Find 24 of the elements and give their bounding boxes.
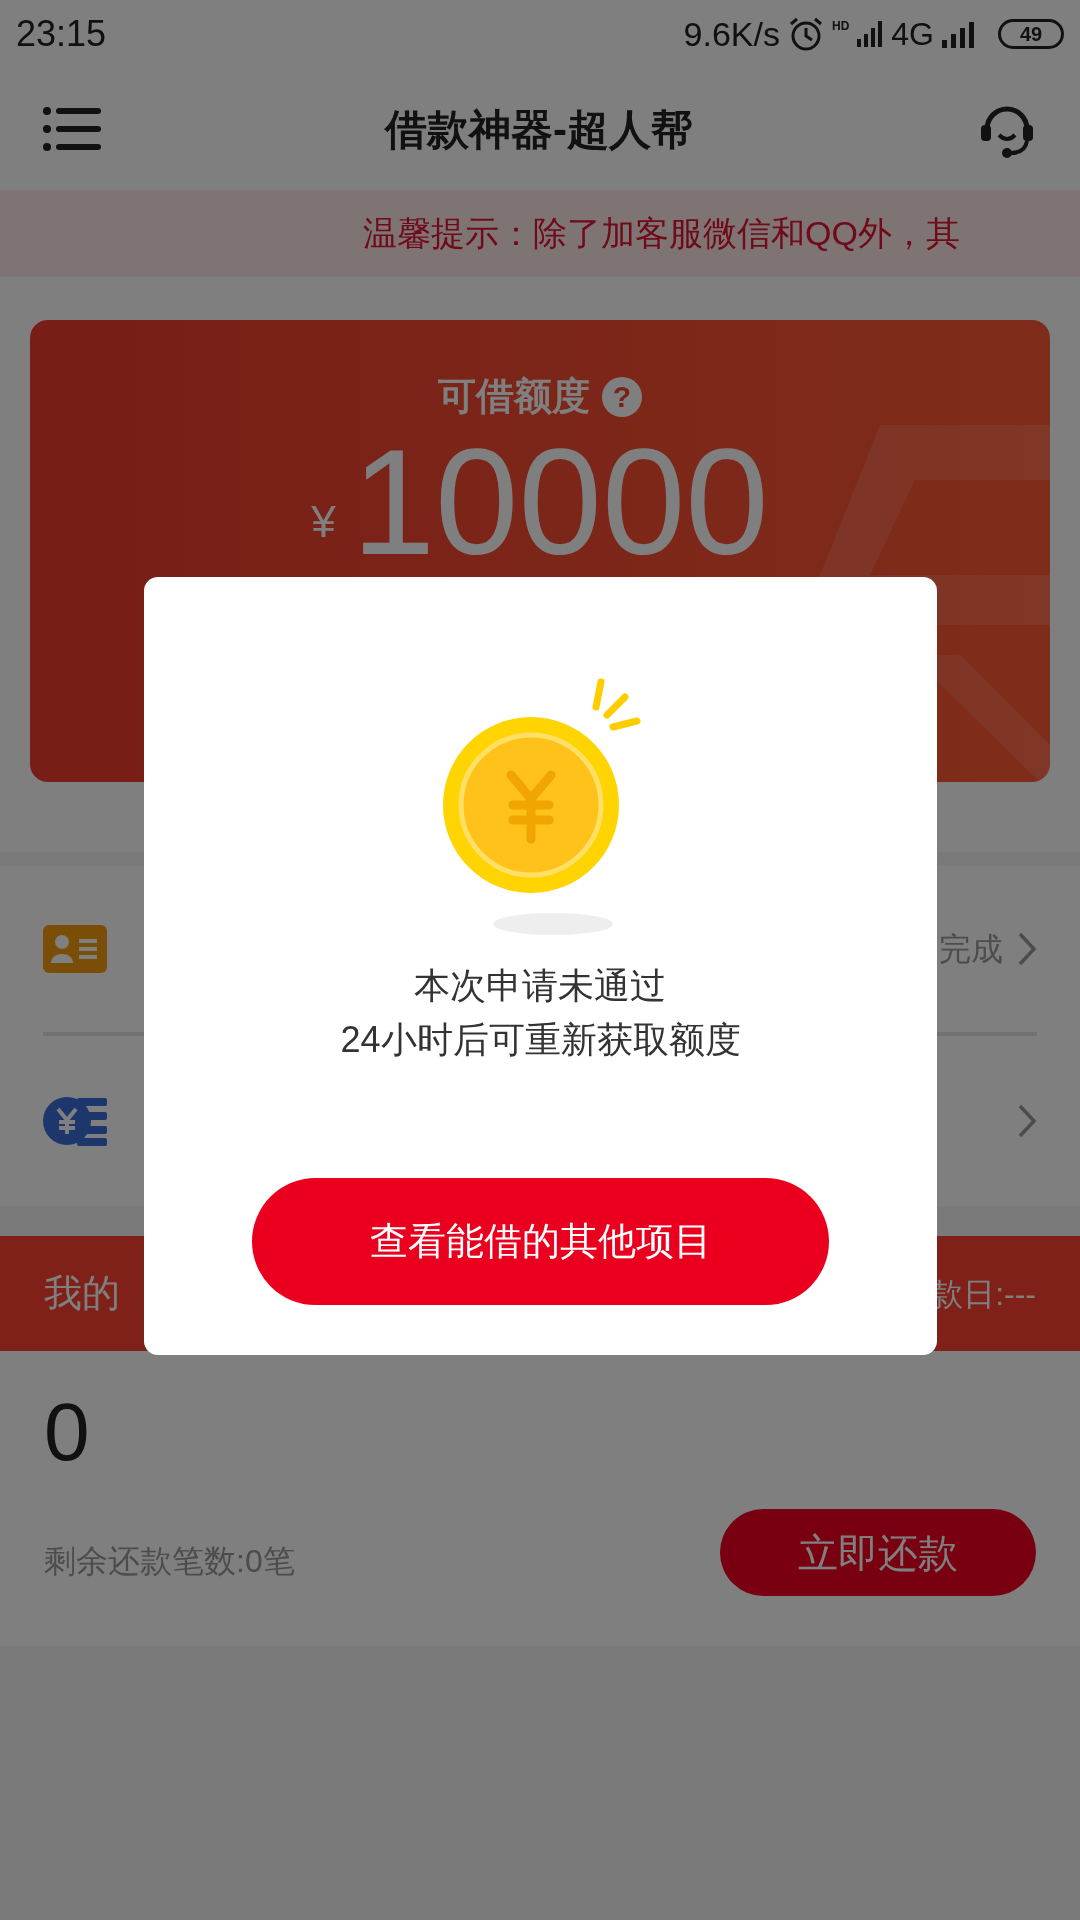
quota-amount: 10000 <box>351 427 769 577</box>
notice-text: 温馨提示：除了加客服微信和QQ外，其 <box>363 213 960 254</box>
page-title: 借款神器-超人帮 <box>385 104 693 155</box>
status-time: 23:15 <box>16 12 107 56</box>
quota-label: 可借额度 <box>438 374 590 419</box>
repay-button[interactable]: 立即还款 <box>720 1509 1036 1596</box>
alarm-icon <box>787 16 824 52</box>
menu-icon[interactable] <box>43 107 101 151</box>
id-card-icon <box>43 925 107 973</box>
dialog-message: 本次申请未通过 <box>414 964 667 1008</box>
chevron-right-icon <box>1017 1103 1037 1139</box>
network-speed: 9.6K/s <box>683 13 780 55</box>
loan-amount: 0 <box>44 1391 91 1473</box>
dialog-message: 24小时后可重新获取额度 <box>340 1018 741 1062</box>
signal-icon <box>857 21 884 47</box>
other-projects-button[interactable]: 查看能借的其他项目 <box>252 1178 829 1305</box>
yen-coins-icon <box>43 1096 107 1146</box>
battery-indicator: 49 <box>998 19 1064 49</box>
network-type: 4G <box>891 15 934 54</box>
currency-symbol: ¥ <box>311 496 336 548</box>
help-icon[interactable]: ? <box>602 376 642 417</box>
hd-label: HD <box>831 17 850 35</box>
chevron-right-icon <box>1017 931 1037 967</box>
loan-title: 我的 <box>44 1271 120 1316</box>
